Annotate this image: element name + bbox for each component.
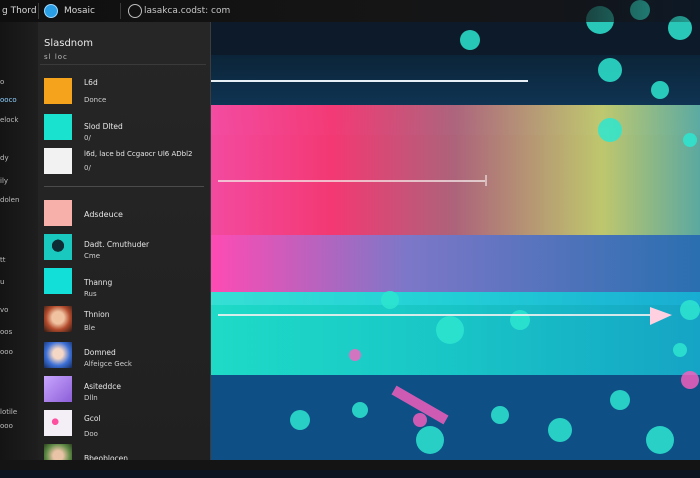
item-subtitle: Alfeigce Geck bbox=[84, 360, 132, 368]
nav-item[interactable]: ooo bbox=[0, 348, 36, 356]
thumbnail bbox=[44, 148, 72, 174]
nav-item[interactable]: dolen bbox=[0, 196, 36, 204]
item-subtitle: 0/ bbox=[84, 134, 91, 142]
avatar bbox=[44, 234, 72, 260]
item-title: l6d, lace bd Ccgaocr Ul6 ADbl2 bbox=[84, 150, 193, 158]
nav-item[interactable]: ily bbox=[0, 177, 36, 185]
nav-item[interactable]: lotile bbox=[0, 408, 36, 416]
bottom-bar bbox=[0, 460, 700, 470]
nav-item[interactable]: ooo bbox=[0, 422, 36, 430]
globe-icon bbox=[128, 4, 142, 18]
nav-item[interactable]: oos bbox=[0, 328, 36, 336]
browser-icon[interactable] bbox=[44, 4, 58, 18]
avatar bbox=[44, 342, 72, 368]
panel-title: Slasdnom bbox=[44, 38, 94, 49]
list-item[interactable]: Slod Dlted 0/ bbox=[38, 112, 208, 148]
item-title: Gcol bbox=[84, 414, 101, 423]
list-item[interactable]: Dadt. Cmuthuder Cme bbox=[38, 232, 208, 268]
thumbnail bbox=[44, 114, 72, 140]
list-item[interactable]: Thanng Rus bbox=[38, 266, 208, 302]
nav-item[interactable]: dy bbox=[0, 154, 36, 162]
thumbnail bbox=[44, 78, 72, 104]
thumbnail bbox=[44, 410, 72, 436]
thumbnail bbox=[44, 376, 72, 402]
side-nav: o ooco elock dy ily dolen tt u vo oos oo… bbox=[0, 22, 38, 470]
item-title: Slod Dlted bbox=[84, 122, 123, 131]
item-title: L6d bbox=[84, 78, 98, 87]
list-item[interactable]: Gcol Doo bbox=[38, 408, 208, 444]
item-subtitle: Ble bbox=[84, 324, 96, 332]
address-bar[interactable]: lasakca.codst: com bbox=[144, 4, 230, 18]
panel-subtitle: sl loc bbox=[44, 53, 68, 61]
item-title: Thnion bbox=[84, 310, 110, 319]
list-item[interactable]: Domned Alfeigce Geck bbox=[38, 340, 208, 376]
item-subtitle: 0/ bbox=[84, 164, 91, 172]
thumbnail bbox=[44, 268, 72, 294]
item-subtitle: Cme bbox=[84, 252, 101, 260]
item-subtitle: Rus bbox=[84, 290, 97, 298]
item-title: Domned bbox=[84, 348, 116, 357]
divider bbox=[38, 3, 39, 19]
item-subtitle: Dlln bbox=[84, 394, 98, 402]
list-item[interactable]: Thnion Ble bbox=[38, 304, 208, 340]
nav-item[interactable]: u bbox=[0, 278, 36, 286]
playlist-panel: Slasdnom sl loc L6d Donce Slod Dlted 0/ … bbox=[38, 22, 211, 470]
title-bar: g Thord Mosaic lasakca.codst: com bbox=[0, 0, 700, 22]
divider bbox=[44, 186, 204, 187]
list-item[interactable]: Adsdeuce bbox=[38, 198, 208, 234]
list-item[interactable]: L6d Donce bbox=[38, 76, 208, 112]
nav-item[interactable]: elock bbox=[0, 116, 36, 124]
list-item[interactable]: Asiteddce Dlln bbox=[38, 374, 208, 410]
nav-item[interactable]: tt bbox=[0, 256, 36, 264]
item-title: Dadt. Cmuthuder bbox=[84, 240, 150, 249]
item-title: Asiteddce bbox=[84, 382, 121, 391]
thumbnail bbox=[44, 200, 72, 226]
list-item[interactable]: l6d, lace bd Ccgaocr Ul6 ADbl2 0/ bbox=[38, 146, 208, 182]
nav-item[interactable]: ooco bbox=[0, 96, 36, 104]
item-title: Thanng bbox=[84, 278, 113, 287]
item-title: Adsdeuce bbox=[84, 210, 123, 219]
divider bbox=[40, 64, 206, 65]
nav-item[interactable]: o bbox=[0, 78, 36, 86]
item-subtitle: Doo bbox=[84, 430, 98, 438]
item-subtitle: Donce bbox=[84, 96, 107, 104]
nav-item[interactable]: vo bbox=[0, 306, 36, 314]
app-title: g Thord bbox=[2, 6, 37, 16]
divider bbox=[120, 3, 121, 19]
avatar bbox=[44, 306, 72, 332]
tab-label[interactable]: Mosaic bbox=[64, 4, 95, 18]
